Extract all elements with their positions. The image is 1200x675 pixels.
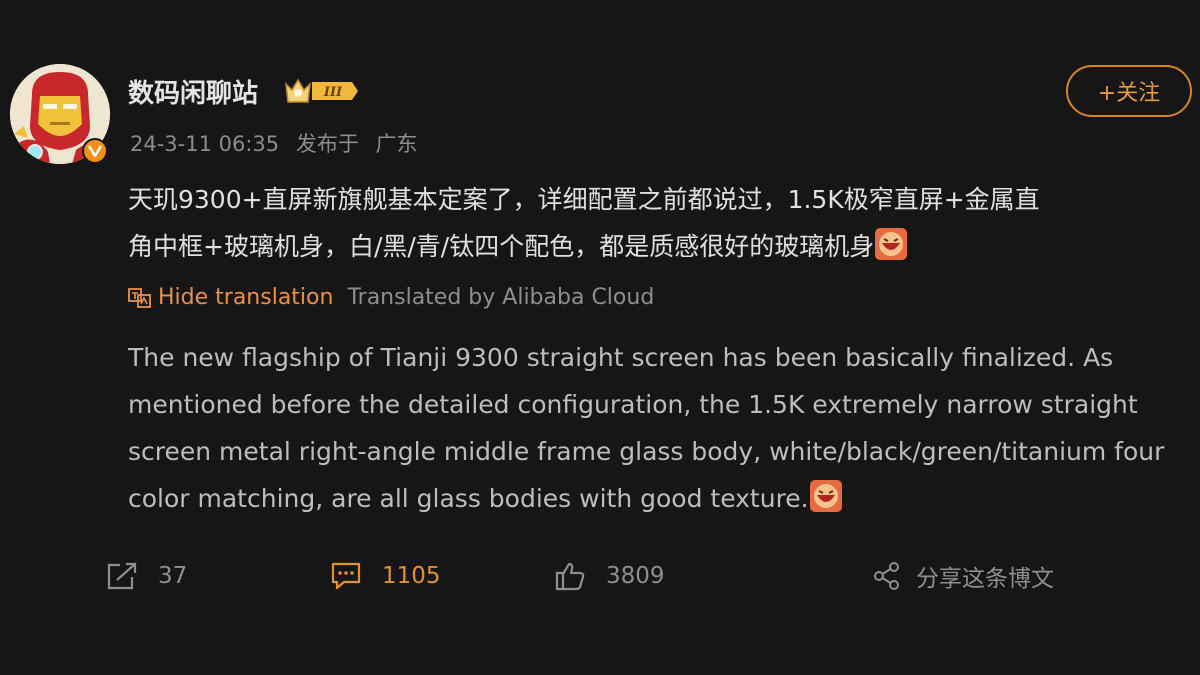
comment-icon <box>331 562 361 590</box>
translate-icon <box>128 287 151 308</box>
share-icon <box>874 562 899 590</box>
follow-button[interactable]: +关注 <box>1066 65 1192 117</box>
share-button[interactable]: 分享这条博文 <box>872 556 1054 596</box>
post-content-line: 天玑9300+直屏新旗舰基本定案了，详细配置之前都说过，1.5K极窄直屏+金属直 <box>128 185 1040 214</box>
badge-level-text: III <box>323 85 343 100</box>
publish-label: 发布于 <box>295 132 359 156</box>
share-label: 分享这条博文 <box>916 566 1054 592</box>
laughing-face-emoji-icon <box>875 228 908 260</box>
author-avatar-wrapper[interactable] <box>10 64 110 164</box>
post-timestamp[interactable]: 24-3-11 06:35 <box>130 132 279 156</box>
post-location: 广东 <box>375 132 418 156</box>
forward-icon <box>107 562 137 590</box>
post-action-bar: 37 1105 3809 分享这条博文 <box>0 556 1200 596</box>
verified-badge-icon <box>82 138 108 164</box>
translated-text: The new flagship of Tianji 9300 straight… <box>128 343 1165 513</box>
author-name[interactable]: 数码闲聊站 <box>128 73 258 110</box>
translation-controls: Hide translation Translated by Alibaba C… <box>128 285 654 310</box>
translation-provider: Translated by Alibaba Cloud <box>347 285 655 310</box>
member-level-badge-icon[interactable]: III <box>284 76 360 106</box>
comment-count: 1105 <box>382 563 441 589</box>
comment-button[interactable]: 1105 <box>330 556 441 596</box>
translated-content: The new flagship of Tianji 9300 straight… <box>128 334 1188 522</box>
laughing-face-emoji-icon <box>809 480 842 512</box>
post-content: 天玑9300+直屏新旗舰基本定案了，详细配置之前都说过，1.5K极窄直屏+金属直… <box>128 176 1178 270</box>
hide-translation-link[interactable]: Hide translation <box>158 285 333 310</box>
forward-count: 37 <box>158 563 188 589</box>
thumbs-up-icon <box>555 562 585 591</box>
post-content-line-with-emoji: 角中框+玻璃机身，白/黑/青/钛四个配色，都是质感很好的玻璃机身 <box>128 223 1178 270</box>
forward-button[interactable]: 37 <box>106 556 187 596</box>
like-button[interactable]: 3809 <box>554 556 665 596</box>
like-count: 3809 <box>606 563 665 589</box>
post-meta: 24-3-11 06:35 发布于 广东 <box>130 128 428 158</box>
post-content-line: 角中框+玻璃机身，白/黑/青/钛四个配色，都是质感很好的玻璃机身 <box>128 232 875 261</box>
weibo-post: 数码闲聊站 III 24-3-11 06:35 发布于 广东 +关注 天玑930… <box>0 0 1200 675</box>
